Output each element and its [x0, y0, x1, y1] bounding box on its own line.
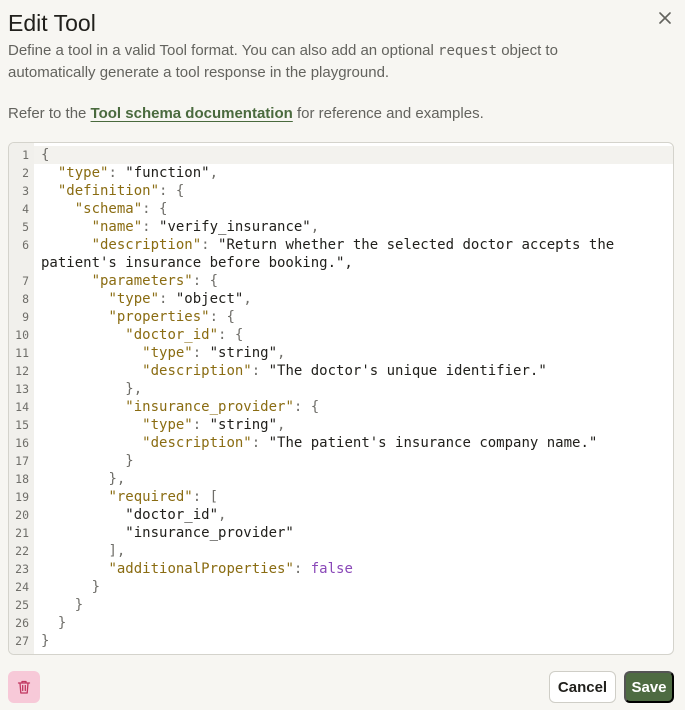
line-number: 2 [22, 166, 29, 180]
line-number: 20 [15, 508, 29, 522]
line-number: 22 [15, 544, 29, 558]
code-line[interactable]: "type": "string", [41, 416, 667, 434]
dialog-title: Edit Tool [8, 10, 96, 36]
code-line[interactable]: patient's insurance before booking.", [41, 254, 667, 272]
trash-icon [17, 680, 31, 694]
code-line[interactable]: "description": "Return whether the selec… [41, 236, 667, 254]
line-number: 10 [15, 328, 29, 342]
code-line[interactable]: "additionalProperties": false [41, 560, 667, 578]
code-line[interactable]: "type": "object", [41, 290, 667, 308]
line-number: 7 [22, 274, 29, 288]
code-line[interactable]: "insurance_provider" [41, 524, 667, 542]
request-code: request [438, 43, 498, 59]
dialog-description: Define a tool in a valid Tool format. Yo… [8, 40, 648, 84]
code-line[interactable]: "definition": { [41, 182, 667, 200]
code-line[interactable]: ], [41, 542, 667, 560]
line-number: 21 [15, 526, 29, 540]
line-number: 11 [15, 346, 29, 360]
description-text: Define a tool in a valid Tool format. Yo… [8, 42, 439, 59]
edit-tool-dialog: Edit Tool Define a tool in a valid Tool … [0, 0, 685, 710]
code-line[interactable]: } [41, 452, 667, 470]
line-number: 3 [22, 184, 29, 198]
line-number: 16 [15, 436, 29, 450]
code-line[interactable]: "name": "verify_insurance", [41, 218, 667, 236]
reference-text-end: for reference and examples. [292, 105, 484, 122]
code-line[interactable]: }, [41, 380, 667, 398]
tool-schema-docs-link[interactable]: Tool schema documentation [91, 105, 293, 122]
code-line[interactable]: } [41, 578, 667, 596]
code-line[interactable]: "doctor_id", [41, 506, 667, 524]
reference-text-start: Refer to the [8, 105, 91, 122]
line-number: 8 [22, 292, 29, 306]
line-number: 18 [15, 472, 29, 486]
code-line[interactable]: "parameters": { [41, 272, 667, 290]
delete-button[interactable] [8, 671, 40, 703]
code-line[interactable]: "type": "function", [41, 164, 667, 182]
line-number: 27 [15, 634, 29, 648]
code-line[interactable]: "insurance_provider": { [41, 398, 667, 416]
line-number: 6 [22, 238, 29, 252]
line-number: 14 [15, 400, 29, 414]
line-number: 19 [15, 490, 29, 504]
code-editor[interactable]: 1 {2 "type": "function", 3 "definition": {… [8, 142, 674, 655]
save-button[interactable]: Save [624, 671, 674, 703]
line-number: 23 [15, 562, 29, 576]
code-line[interactable]: "description": "The patient's insurance … [41, 434, 667, 452]
close-icon [659, 12, 671, 24]
cancel-button[interactable]: Cancel [549, 671, 616, 703]
code-line[interactable]: "properties": { [41, 308, 667, 326]
line-number: 25 [15, 598, 29, 612]
code-line[interactable]: "description": "The doctor's unique iden… [41, 362, 667, 380]
code-line[interactable]: }, [41, 470, 667, 488]
code-line[interactable]: "schema": { [41, 200, 667, 218]
code-line[interactable]: } [41, 614, 667, 632]
line-number: 26 [15, 616, 29, 630]
line-number: 24 [15, 580, 29, 594]
code-line[interactable]: "type": "string", [41, 344, 667, 362]
reference-text: Refer to the Tool schema documentation f… [8, 103, 484, 125]
line-number: 17 [15, 454, 29, 468]
line-number: 4 [22, 202, 29, 216]
code-line[interactable]: "required": [ [41, 488, 667, 506]
code-line[interactable]: } [41, 632, 667, 650]
code-line[interactable]: { [41, 146, 667, 164]
line-number: 13 [15, 382, 29, 396]
line-number: 12 [15, 364, 29, 378]
line-number: 15 [15, 418, 29, 432]
line-number: 5 [22, 220, 29, 234]
code-line[interactable]: } [41, 596, 667, 614]
code-line[interactable]: "doctor_id": { [41, 326, 667, 344]
line-number: 1 [22, 148, 29, 162]
close-button[interactable] [655, 8, 675, 28]
line-number: 9 [22, 310, 29, 324]
